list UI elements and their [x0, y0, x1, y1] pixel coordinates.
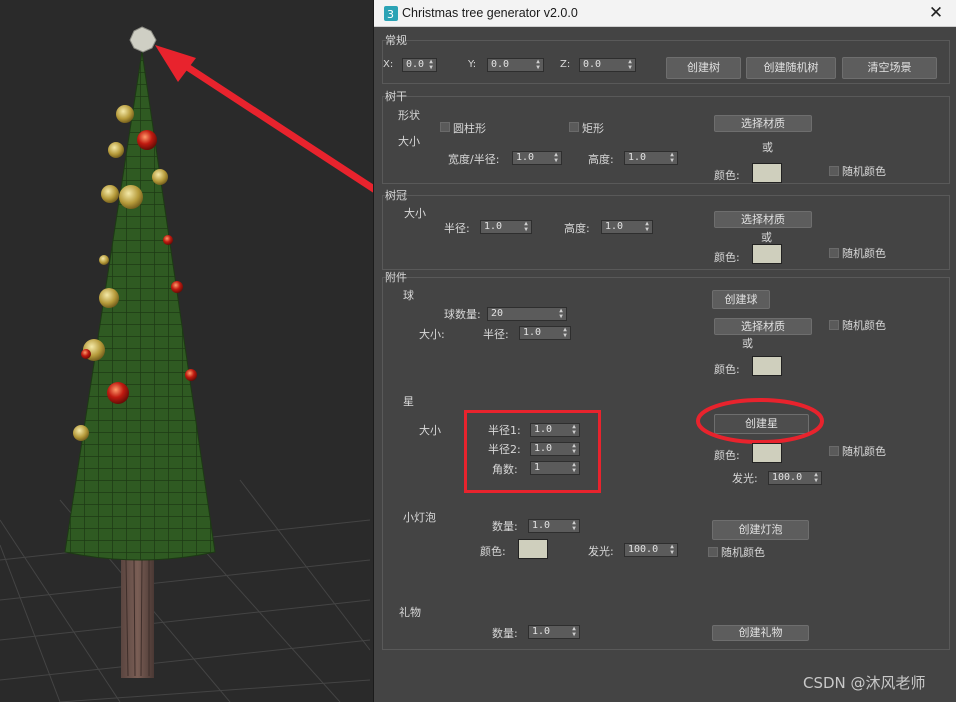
star-glow-label: 发光:: [732, 472, 758, 485]
trunk-height-label: 高度:: [588, 153, 614, 166]
watermark: CSDN @沐风老师: [803, 674, 926, 692]
star-random-color-label: 随机颜色: [842, 445, 886, 458]
gift-label: 礼物: [399, 606, 421, 619]
create-ball-button[interactable]: 创建球: [712, 290, 770, 309]
general-group-label: 常规: [385, 34, 407, 47]
z-spinner[interactable]: 0.0 ▲ ▼: [579, 58, 636, 72]
ball-label: 球: [403, 289, 414, 302]
create-random-tree-button[interactable]: 创建随机树: [746, 57, 836, 79]
ball-color-label: 颜色:: [714, 363, 740, 376]
star-glow-spinner[interactable]: 100.0 ▲ ▼: [768, 471, 822, 485]
trunk-size-label: 大小: [398, 135, 420, 148]
trunk-or-label: 或: [762, 141, 773, 154]
clear-scene-button[interactable]: 清空场景: [842, 57, 937, 79]
trunk-width-spinner[interactable]: 1.0 ▲ ▼: [512, 151, 562, 165]
bulb-color-label: 颜色:: [480, 545, 506, 558]
bulb-label: 小灯泡: [403, 511, 436, 524]
gift-count-label: 数量:: [492, 627, 518, 640]
star-random-color-checkbox[interactable]: [829, 446, 839, 456]
trunk-random-color-checkbox[interactable]: [829, 166, 839, 176]
star-size-label: 大小: [419, 424, 441, 437]
bulb-glow-label: 发光:: [588, 545, 614, 558]
ball-color-swatch[interactable]: [752, 356, 782, 376]
bulb-count-spinner[interactable]: 1.0 ▲ ▼: [528, 519, 580, 533]
window-title: Christmas tree generator v2.0.0: [402, 6, 578, 20]
ball-size-label: 大小:: [419, 328, 445, 341]
ball-select-material-button[interactable]: 选择材质: [714, 318, 812, 335]
bulb-glow-spinner[interactable]: 100.0 ▲ ▼: [624, 543, 678, 557]
gift-count-spinner[interactable]: 1.0 ▲ ▼: [528, 625, 580, 639]
crown-radius-label: 半径:: [444, 222, 470, 235]
ball-radius-spinner[interactable]: 1.0 ▲ ▼: [519, 326, 571, 340]
crown-random-color-label: 随机颜色: [842, 247, 886, 260]
star-color-label: 颜色:: [714, 449, 740, 462]
crown-height-spinner[interactable]: 1.0 ▲ ▼: [601, 220, 653, 234]
crown-color-label: 颜色:: [714, 251, 740, 264]
cylinder-checkbox[interactable]: [440, 122, 450, 132]
svg-text:3: 3: [387, 8, 394, 21]
x-label: X:: [383, 59, 394, 70]
create-tree-button[interactable]: 创建树: [666, 57, 741, 79]
ball-or-label: 或: [742, 337, 753, 350]
trunk-height-spinner[interactable]: 1.0 ▲ ▼: [624, 151, 678, 165]
crown-random-color-checkbox[interactable]: [829, 248, 839, 258]
crown-or-label: 或: [761, 231, 772, 244]
rectangle-label: 矩形: [582, 122, 604, 135]
z-label: Z:: [560, 59, 571, 70]
star-color-swatch[interactable]: [752, 443, 782, 463]
y-label: Y:: [468, 59, 477, 70]
ball-count-label: 球数量:: [444, 308, 481, 321]
crown-radius-spinner[interactable]: 1.0 ▲ ▼: [480, 220, 532, 234]
tree-crown: [64, 51, 216, 561]
title-bar: 3 Christmas tree generator v2.0.0 ✕: [374, 0, 956, 27]
bulb-color-swatch[interactable]: [518, 539, 548, 559]
x-spinner[interactable]: 0.0 ▲ ▼: [402, 58, 437, 72]
trunk-group-label: 树干: [385, 90, 407, 103]
bulb-count-label: 数量:: [492, 520, 518, 533]
bulb-random-color-checkbox[interactable]: [708, 547, 718, 557]
create-gift-button[interactable]: 创建礼物: [712, 625, 809, 641]
annotation-highlight-box: [464, 410, 601, 493]
close-icon[interactable]: ✕: [923, 2, 949, 24]
crown-size-label: 大小: [404, 207, 426, 220]
trunk-random-color-label: 随机颜色: [842, 165, 886, 178]
crown-color-swatch[interactable]: [752, 244, 782, 264]
crown-group-label: 树冠: [385, 189, 407, 202]
3dsmax-app-icon: 3: [384, 6, 398, 21]
ball-radius-label: 半径:: [483, 328, 509, 341]
ball-random-color-checkbox[interactable]: [829, 320, 839, 330]
trunk-color-swatch[interactable]: [752, 163, 782, 183]
trunk-width-label: 宽度/半径:: [448, 153, 500, 166]
trunk-select-material-button[interactable]: 选择材质: [714, 115, 812, 132]
bulb-random-color-label: 随机颜色: [721, 546, 765, 559]
rectangle-checkbox[interactable]: [569, 122, 579, 132]
annotation-ellipse: [696, 398, 824, 444]
ball-random-color-label: 随机颜色: [842, 319, 886, 332]
tree-star: [129, 26, 157, 53]
ball-count-spinner[interactable]: 20 ▲ ▼: [487, 307, 567, 321]
tree-generator-dialog: 3 Christmas tree generator v2.0.0 ✕ 常规 X…: [373, 0, 956, 702]
crown-height-label: 高度:: [564, 222, 590, 235]
cylinder-label: 圆柱形: [453, 122, 486, 135]
trunk-shape-label: 形状: [398, 109, 420, 122]
trunk-color-label: 颜色:: [714, 169, 740, 182]
star-label: 星: [403, 395, 414, 408]
create-bulb-button[interactable]: 创建灯泡: [712, 520, 809, 540]
y-spinner[interactable]: 0.0 ▲ ▼: [487, 58, 544, 72]
crown-select-material-button[interactable]: 选择材质: [714, 211, 812, 228]
accessories-group-label: 附件: [385, 271, 407, 284]
